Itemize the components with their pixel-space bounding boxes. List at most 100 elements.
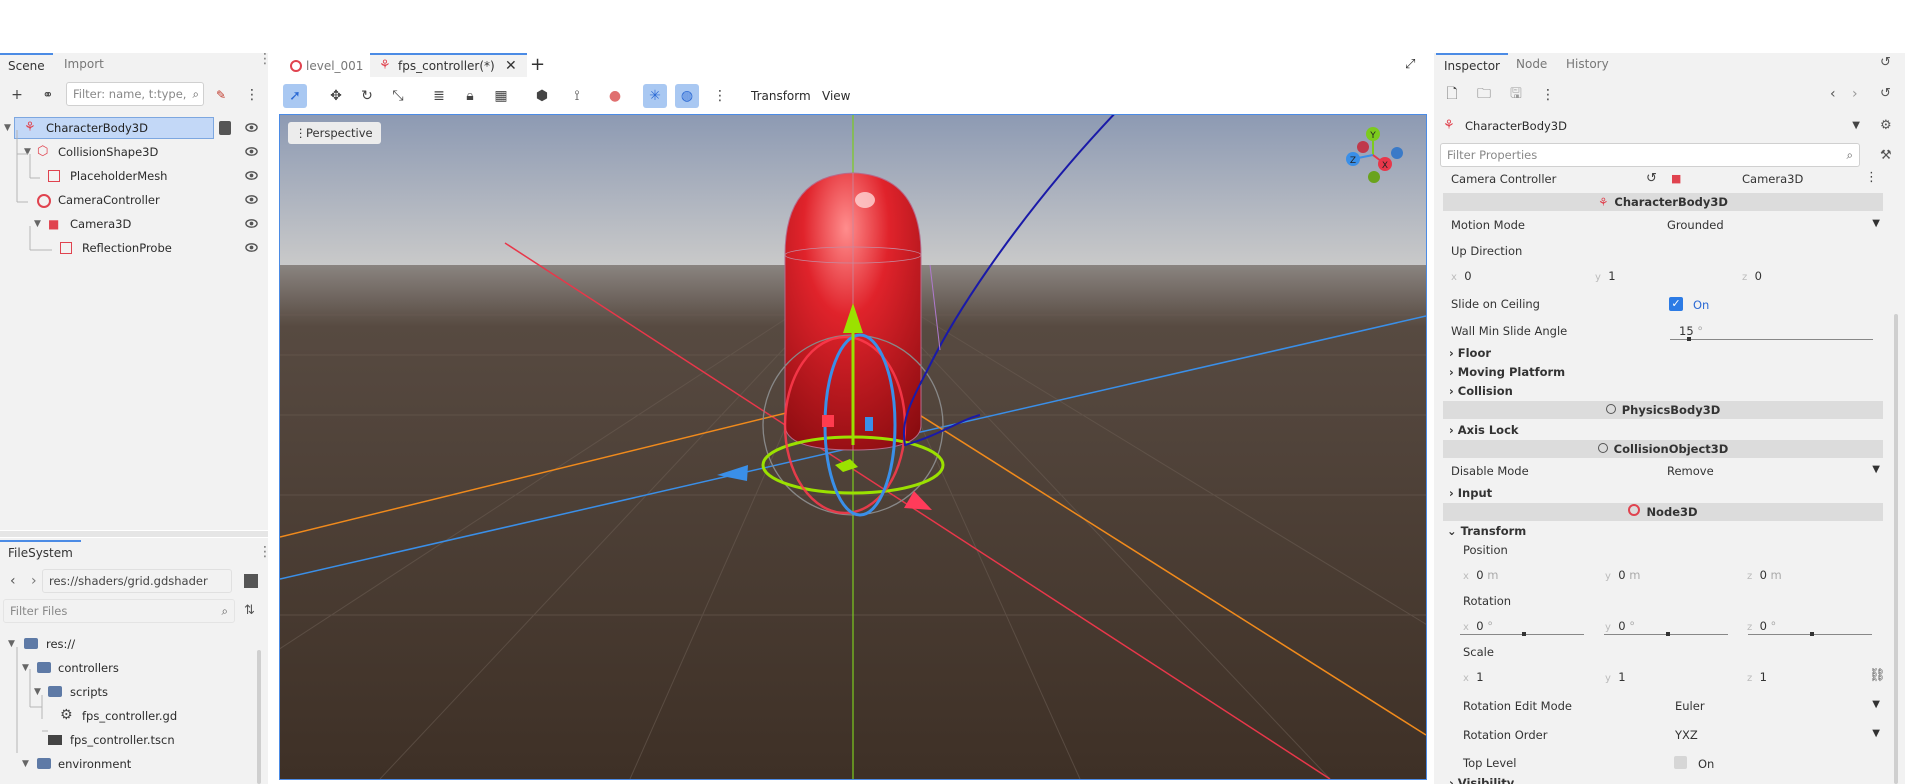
slider-grabber[interactable] bbox=[1687, 337, 1691, 341]
save-icon[interactable]: 🖫︎ bbox=[1504, 83, 1528, 107]
tab-node[interactable]: Node bbox=[1508, 53, 1555, 75]
open-folder-icon[interactable]: 🗀︎ bbox=[1472, 83, 1496, 107]
fs-item-root[interactable]: ▼ res:// bbox=[0, 633, 258, 655]
tab-fps-controller[interactable]: ⚘ fps_controller(*) ✕ bbox=[370, 53, 527, 77]
section-physicsbody3d[interactable]: PhysicsBody3D bbox=[1443, 401, 1883, 419]
section-node3d[interactable]: Node3D bbox=[1443, 503, 1883, 521]
inspector-scrollbar[interactable] bbox=[1894, 314, 1898, 784]
rotation-y[interactable]: y 0 ° bbox=[1605, 619, 1635, 633]
list-select-button[interactable]: ≣ bbox=[427, 84, 451, 108]
visibility-eye-icon[interactable] bbox=[245, 241, 258, 254]
tab-history[interactable]: History bbox=[1558, 53, 1617, 75]
next-object-icon[interactable]: › bbox=[1852, 86, 1858, 102]
tab-inspector[interactable]: Inspector bbox=[1436, 53, 1508, 77]
distraction-free-icon[interactable]: ⤢ bbox=[1405, 57, 1415, 72]
prev-object-icon[interactable]: ‹ bbox=[1830, 86, 1836, 102]
viewport-3d[interactable]: ⋮ Perspective Y Z X bbox=[279, 114, 1427, 780]
group-input[interactable]: › Input bbox=[1449, 486, 1492, 500]
up-direction-x[interactable]: x 0 bbox=[1451, 269, 1472, 283]
lock-icon[interactable]: 🔒︎ bbox=[458, 84, 482, 108]
skeleton-icon[interactable]: ⟟ bbox=[565, 84, 589, 108]
wall-min-slide-angle-value[interactable]: 15 ° bbox=[1679, 324, 1703, 338]
revert-icon[interactable]: ↺ bbox=[1646, 171, 1657, 186]
fs-item-environment[interactable]: ▼ environment bbox=[0, 753, 258, 775]
close-icon[interactable]: ✕ bbox=[505, 55, 517, 77]
group-collision[interactable]: › Collision bbox=[1449, 384, 1513, 398]
transform-menu[interactable]: Transform bbox=[751, 89, 811, 103]
filesystem-filter-input[interactable]: Filter Files ⌕ bbox=[3, 599, 235, 623]
sort-icon[interactable]: ⇅ bbox=[244, 603, 255, 618]
fs-item-scripts[interactable]: ▼ scripts bbox=[0, 681, 258, 703]
scale-tool-button[interactable]: ⤡ bbox=[386, 84, 410, 108]
group-transform[interactable]: ⌄ Transform bbox=[1447, 524, 1526, 538]
rotation-y-slider[interactable] bbox=[1604, 632, 1728, 636]
fs-item-fps-controller-gd[interactable]: ⚙ fps_controller.gd bbox=[0, 705, 258, 727]
rotation-z[interactable]: z 0 ° bbox=[1747, 619, 1776, 633]
collapse-arrow-icon[interactable]: ▼ bbox=[34, 681, 41, 703]
tab-scene[interactable]: Scene bbox=[0, 53, 53, 77]
group-visibility[interactable]: › Visibility bbox=[1449, 776, 1514, 784]
collapse-arrow-icon[interactable]: ▼ bbox=[22, 657, 29, 679]
tab-level-001[interactable]: level_001 bbox=[282, 55, 371, 77]
rotation-x[interactable]: x 0 ° bbox=[1463, 619, 1493, 633]
back-arrow-icon[interactable]: ‹ bbox=[10, 573, 16, 589]
property-filter-input[interactable]: Filter Properties ⌕ bbox=[1440, 143, 1860, 167]
local-space-button[interactable]: ✳ bbox=[643, 84, 667, 108]
history-icon[interactable]: ↺ bbox=[1880, 55, 1891, 70]
select-tool-button[interactable]: ➚ bbox=[283, 84, 307, 108]
inspector-more-icon[interactable]: ⋮ bbox=[1536, 83, 1560, 107]
move-tool-button[interactable]: ✥ bbox=[324, 84, 348, 108]
tab-import[interactable]: Import bbox=[56, 53, 112, 75]
link-scale-icon[interactable]: ⛓ bbox=[1869, 668, 1886, 683]
scene-more-icon[interactable]: ⋮ bbox=[240, 83, 264, 107]
mesh-tool-icon[interactable]: ⬢ bbox=[530, 84, 554, 108]
perspective-menu[interactable]: ⋮ Perspective bbox=[288, 122, 381, 144]
position-z[interactable]: z 0 m bbox=[1747, 568, 1782, 582]
section-characterbody3d[interactable]: ⚘ CharacterBody3D bbox=[1443, 193, 1883, 211]
wall-angle-slider[interactable] bbox=[1670, 337, 1873, 341]
up-direction-y[interactable]: y 1 bbox=[1595, 269, 1616, 283]
position-x[interactable]: x 0 m bbox=[1463, 568, 1498, 582]
link-icon[interactable]: ⚭ bbox=[36, 83, 60, 107]
group-axis-lock[interactable]: › Axis Lock bbox=[1449, 423, 1519, 437]
orientation-gizmo[interactable]: Y Z X bbox=[1340, 127, 1410, 187]
camera-preview-icon[interactable]: ● bbox=[603, 84, 627, 108]
snap-button[interactable]: ◍ bbox=[675, 84, 699, 108]
up-direction-z[interactable]: z 0 bbox=[1742, 269, 1762, 283]
section-collisionobject3d[interactable]: CollisionObject3D bbox=[1443, 440, 1883, 458]
visibility-eye-icon[interactable] bbox=[245, 145, 258, 158]
motion-mode-select[interactable]: Grounded ▼ bbox=[1667, 218, 1882, 232]
scale-z[interactable]: z 1 bbox=[1747, 670, 1767, 684]
visibility-eye-icon[interactable] bbox=[245, 121, 258, 134]
filesystem-scrollbar[interactable] bbox=[257, 650, 261, 784]
add-node-button[interactable]: + bbox=[5, 83, 29, 107]
visibility-eye-icon[interactable] bbox=[245, 169, 258, 182]
property-tools-icon[interactable]: ⚒ bbox=[1880, 148, 1892, 163]
rotation-x-slider[interactable] bbox=[1460, 632, 1584, 636]
rotation-order-select[interactable]: YXZ ▼ bbox=[1675, 728, 1882, 742]
fs-item-controllers[interactable]: ▼ controllers bbox=[0, 657, 258, 679]
scene-dock-menu-icon[interactable]: ⋮ bbox=[258, 52, 272, 73]
filesystem-path-input[interactable]: res://shaders/grid.gdshader bbox=[42, 569, 232, 593]
dock-splitter[interactable] bbox=[0, 531, 268, 537]
collapse-arrow-icon[interactable]: ▼ bbox=[22, 753, 29, 775]
new-resource-icon[interactable]: 🗋︎ bbox=[1440, 83, 1464, 107]
layout-toggle-icon[interactable] bbox=[244, 574, 258, 588]
toolbar-more-icon[interactable]: ⋮ bbox=[708, 84, 732, 108]
rotation-z-slider[interactable] bbox=[1748, 632, 1872, 636]
add-tab-button[interactable]: + bbox=[530, 54, 545, 75]
collapse-arrow-icon[interactable]: ▼ bbox=[8, 633, 15, 655]
filesystem-menu-icon[interactable]: ⋮ bbox=[258, 544, 272, 560]
scale-x[interactable]: x 1 bbox=[1463, 670, 1484, 684]
rotation-edit-mode-select[interactable]: Euler ▼ bbox=[1675, 699, 1882, 713]
visibility-eye-icon[interactable] bbox=[245, 193, 258, 206]
top-level-checkbox[interactable] bbox=[1674, 756, 1687, 769]
disable-mode-select[interactable]: Remove ▼ bbox=[1667, 464, 1882, 478]
group-floor[interactable]: › Floor bbox=[1449, 346, 1491, 360]
object-history-icon[interactable]: ↺ bbox=[1880, 86, 1891, 101]
property-more-icon[interactable]: ⋮ bbox=[1865, 170, 1878, 185]
visibility-eye-icon[interactable] bbox=[245, 217, 258, 230]
fs-item-fps-controller-tscn[interactable]: fps_controller.tscn bbox=[0, 729, 258, 751]
attach-script-icon[interactable]: ✎ bbox=[209, 83, 233, 107]
group-moving-platform[interactable]: › Moving Platform bbox=[1449, 365, 1565, 379]
